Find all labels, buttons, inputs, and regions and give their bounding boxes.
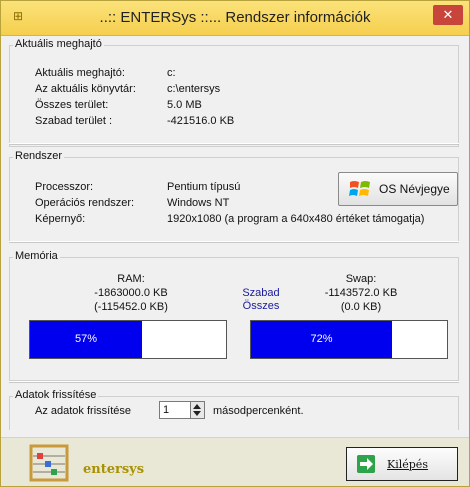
directory-value: c:\entersys (167, 83, 221, 95)
swap-total: (0.0 KB) (340, 301, 382, 313)
separator (9, 381, 459, 383)
drive-legend: Aktuális meghajtó (13, 38, 104, 50)
os-value: Windows NT (167, 197, 230, 209)
os-label: Operációs rendszer: (35, 197, 135, 209)
abacus-logo-icon (29, 444, 69, 482)
swap-progress-bar: 72% (250, 320, 448, 359)
ram-title: RAM: (117, 273, 145, 285)
total-space-value: 5.0 MB (167, 99, 202, 111)
brand-name: entersys (83, 462, 145, 477)
processor-label: Processzor: (35, 181, 94, 193)
spinner-up-icon[interactable] (193, 404, 201, 409)
system-legend: Rendszer (13, 150, 65, 162)
swap-percent: 72% (310, 333, 333, 345)
swap-title: Swap: (345, 273, 377, 285)
os-about-button[interactable]: OS Névjegye (338, 172, 458, 206)
refresh-label: Az adatok frissítése (35, 405, 131, 417)
ram-progress-bar: 57% (29, 320, 227, 359)
drive-value: c: (167, 67, 176, 79)
refresh-unit: másodpercenként. (213, 405, 304, 417)
spinner-down-icon[interactable] (193, 411, 201, 416)
refresh-spinner[interactable] (191, 401, 205, 419)
free-space-label: Szabad terület : (35, 115, 113, 127)
title-bar[interactable]: ⊞ ..:: ENTERSys ::... Rendszer informáci… (1, 1, 469, 36)
window-title: ..:: ENTERSys ::... Rendszer információk (99, 9, 371, 26)
os-about-label: OS Névjegye (379, 182, 450, 196)
close-button[interactable]: ✕ (433, 5, 463, 25)
drive-label: Aktuális meghajtó: (35, 67, 125, 79)
separator (9, 143, 459, 145)
exit-arrow-icon (357, 455, 375, 473)
separator (9, 241, 459, 243)
swap-free: -1143572.0 KB (324, 287, 398, 299)
refresh-legend: Adatok frissítése (13, 389, 99, 401)
system-info-window: ⊞ ..:: ENTERSys ::... Rendszer informáci… (0, 0, 470, 487)
refresh-interval-input[interactable]: 1 (159, 401, 191, 419)
free-space-value: -421516.0 KB (167, 115, 235, 127)
memory-legend: Memória (13, 250, 60, 262)
screen-label: Képernyő: (35, 213, 86, 225)
total-space-label: Összes terület: (35, 99, 109, 111)
exit-label: Kilépés (387, 458, 428, 471)
processor-value: Pentium típusú (167, 181, 241, 193)
exit-button[interactable]: Kilépés (346, 447, 458, 481)
screen-value: 1920x1080 (a program a 640x480 értéket t… (167, 213, 425, 225)
ram-percent: 57% (74, 333, 98, 345)
windows-logo-icon (349, 181, 370, 196)
directory-label: Az aktuális könyvtár: (35, 83, 136, 95)
drive-group: Aktuális meghajtó (9, 38, 459, 147)
